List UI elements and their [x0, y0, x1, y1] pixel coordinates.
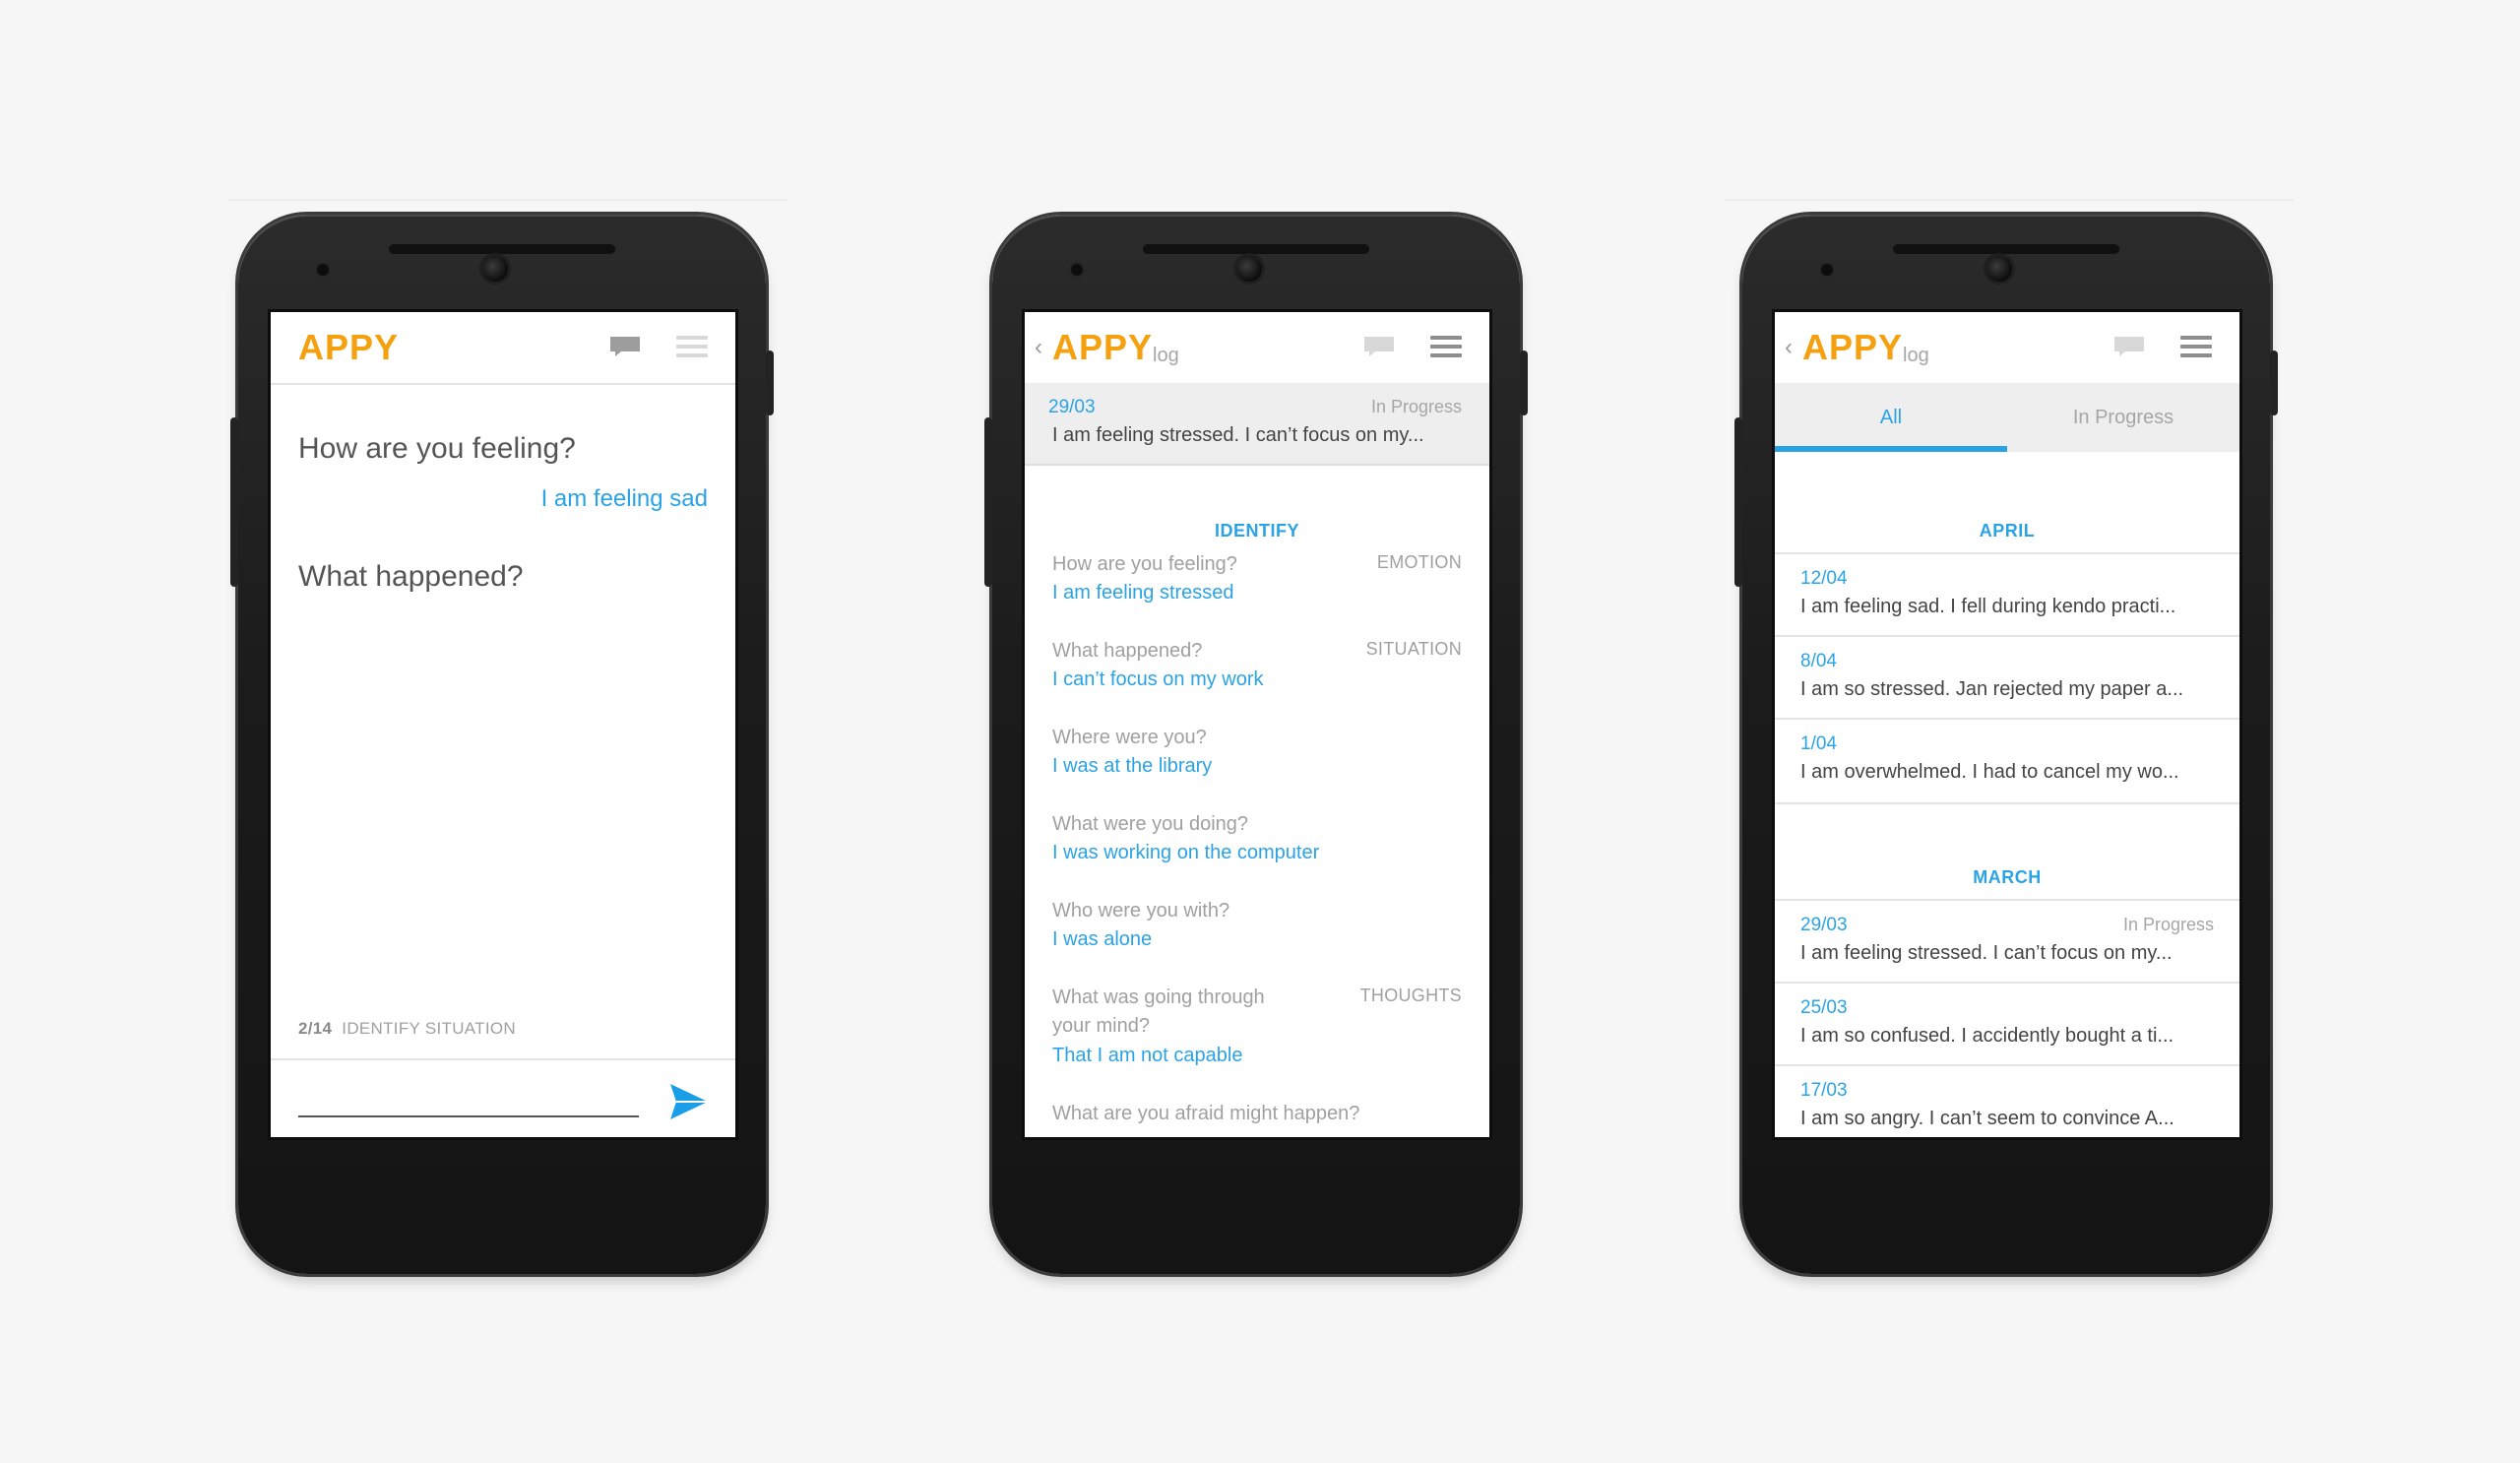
divider-line-left [228, 199, 788, 201]
tab-in-progress[interactable]: In Progress [2007, 383, 2239, 452]
month-header: APRIL [1979, 521, 2036, 541]
log-list-item[interactable]: 12/04 I am feeling sad. I fell during ke… [1775, 552, 2239, 637]
power-button [1520, 350, 1528, 415]
send-icon[interactable] [668, 1082, 710, 1121]
month-header: MARCH [1973, 867, 2042, 887]
app-logo-sub: log [1903, 345, 1929, 366]
answer-text[interactable]: I was alone [1052, 928, 1152, 951]
sensor [1821, 264, 1833, 276]
question-text-line-1: What was going through [1052, 986, 1265, 1008]
question-text: Where were you? [1052, 727, 1207, 748]
log-list-item[interactable]: 17/03 I am so angry. I can’t seem to con… [1775, 1064, 2239, 1137]
log-list-item[interactable]: 29/03 In Progress I am feeling stressed.… [1775, 899, 2239, 984]
sensor [317, 264, 329, 276]
log-list-item[interactable]: 8/04 I am so stressed. Jan rejected my p… [1775, 635, 2239, 720]
filter-tabs: All In Progress [1775, 383, 2239, 452]
category-tag: EMOTION [1376, 552, 1462, 572]
hamburger-menu-icon[interactable] [2180, 336, 2212, 357]
hamburger-menu-icon[interactable] [676, 336, 708, 357]
bot-question: What happened? [298, 560, 524, 593]
entry-date: 12/04 [1800, 568, 1848, 589]
power-button [766, 350, 774, 415]
sensor [1071, 264, 1083, 276]
volume-button [1734, 417, 1742, 587]
entry-text: I am so confused. I accidently bought a … [1800, 1025, 2174, 1047]
chat-bubble-icon[interactable] [609, 336, 641, 357]
volume-button [984, 417, 992, 587]
entry-text: I am feeling stressed. I can’t focus on … [1052, 424, 1424, 446]
answer-text[interactable]: I was working on the computer [1052, 842, 1319, 864]
tab-all[interactable]: All [1775, 383, 2007, 452]
app-header: ‹ APPY log [1025, 312, 1489, 385]
chat-bubble-icon[interactable] [2113, 336, 2145, 357]
answer-text[interactable]: That I am not capable [1052, 1045, 1242, 1067]
section-title: IDENTIFY [1214, 521, 1299, 541]
screen-chat: APPY How are you feeling? I am feeling s… [268, 309, 738, 1140]
log-list-item[interactable]: 25/03 I am so confused. I accidently bou… [1775, 982, 2239, 1066]
message-composer [271, 1058, 735, 1137]
app-header: ‹ APPY log [1775, 312, 2239, 385]
phone-frame-2: ‹ APPY log 29/03 In Progress I am feelin… [984, 215, 1528, 1274]
earpiece-speaker [1893, 244, 2119, 254]
question-text: What happened? [1052, 640, 1203, 662]
entry-date: 29/03 [1800, 915, 1848, 935]
phone-frame-3: ‹ APPY log All In Progress APRIL 12/04 I… [1734, 215, 2278, 1274]
entry-status: In Progress [1370, 397, 1462, 416]
question-text: How are you feeling? [1052, 553, 1237, 575]
back-chevron-icon[interactable]: ‹ [1785, 336, 1793, 359]
app-logo: APPY [1052, 327, 1154, 367]
answer-text[interactable]: I am feeling stressed [1052, 582, 1234, 604]
earpiece-speaker [1143, 244, 1369, 254]
app-logo-sub: log [1153, 345, 1179, 366]
entry-date: 8/04 [1800, 651, 1837, 671]
entry-date: 1/04 [1800, 733, 1837, 754]
app-header: APPY [271, 312, 735, 385]
entry-text: I am feeling sad. I fell during kendo pr… [1800, 596, 2176, 617]
question-text-line-2: your mind? [1052, 1015, 1150, 1037]
chat-bubble-icon[interactable] [1363, 336, 1395, 357]
question-text: Who were you with? [1052, 900, 1230, 922]
question-text: What were you doing? [1052, 813, 1249, 835]
hamburger-menu-icon[interactable] [1430, 336, 1462, 357]
entry-date: 17/03 [1800, 1080, 1848, 1101]
back-chevron-icon[interactable]: ‹ [1035, 336, 1042, 359]
front-camera [1986, 256, 2012, 282]
screen-log-list: ‹ APPY log All In Progress APRIL 12/04 I… [1772, 309, 2242, 1140]
category-tag: THOUGHTS [1359, 986, 1462, 1005]
step-count: 2/14 [298, 1019, 333, 1038]
bot-question: How are you feeling? [298, 432, 576, 465]
entry-text: I am feeling stressed. I can’t focus on … [1800, 942, 2173, 964]
input-underline [298, 1115, 639, 1117]
front-camera [1236, 256, 1262, 282]
entry-text: I am so angry. I can’t seem to convince … [1800, 1108, 2174, 1129]
step-indicator: 2/14 IDENTIFY SITUATION [298, 1019, 516, 1039]
power-button [2270, 350, 2278, 415]
log-list-item[interactable]: 1/04 I am overwhelmed. I had to cancel m… [1775, 718, 2239, 804]
message-input[interactable] [298, 1074, 639, 1113]
app-logo: APPY [298, 327, 400, 367]
category-tag: SITUATION [1365, 639, 1462, 659]
screen-log-detail: ‹ APPY log 29/03 In Progress I am feelin… [1022, 309, 1492, 1140]
entry-text: I am overwhelmed. I had to cancel my wo.… [1800, 761, 2179, 783]
entry-date: 25/03 [1800, 997, 1848, 1018]
user-answer: I am feeling sad [540, 485, 708, 512]
phone-frame-1: APPY How are you feeling? I am feeling s… [230, 215, 774, 1274]
active-tab-indicator [1775, 446, 2007, 452]
entry-status: In Progress [2122, 915, 2214, 934]
entry-date: 29/03 [1048, 397, 1096, 417]
front-camera [482, 256, 508, 282]
step-label: IDENTIFY SITUATION [342, 1019, 516, 1038]
earpiece-speaker [389, 244, 615, 254]
answer-text[interactable]: I was at the library [1052, 755, 1212, 778]
app-logo: APPY [1802, 327, 1904, 367]
divider-line-right [1725, 199, 2294, 201]
entry-text: I am so stressed. Jan rejected my paper … [1800, 678, 2184, 700]
log-entry-header[interactable]: 29/03 In Progress I am feeling stressed.… [1025, 383, 1489, 466]
volume-button [230, 417, 238, 587]
answer-text[interactable]: I can’t focus on my work [1052, 668, 1264, 691]
question-text: What are you afraid might happen? [1052, 1103, 1360, 1124]
